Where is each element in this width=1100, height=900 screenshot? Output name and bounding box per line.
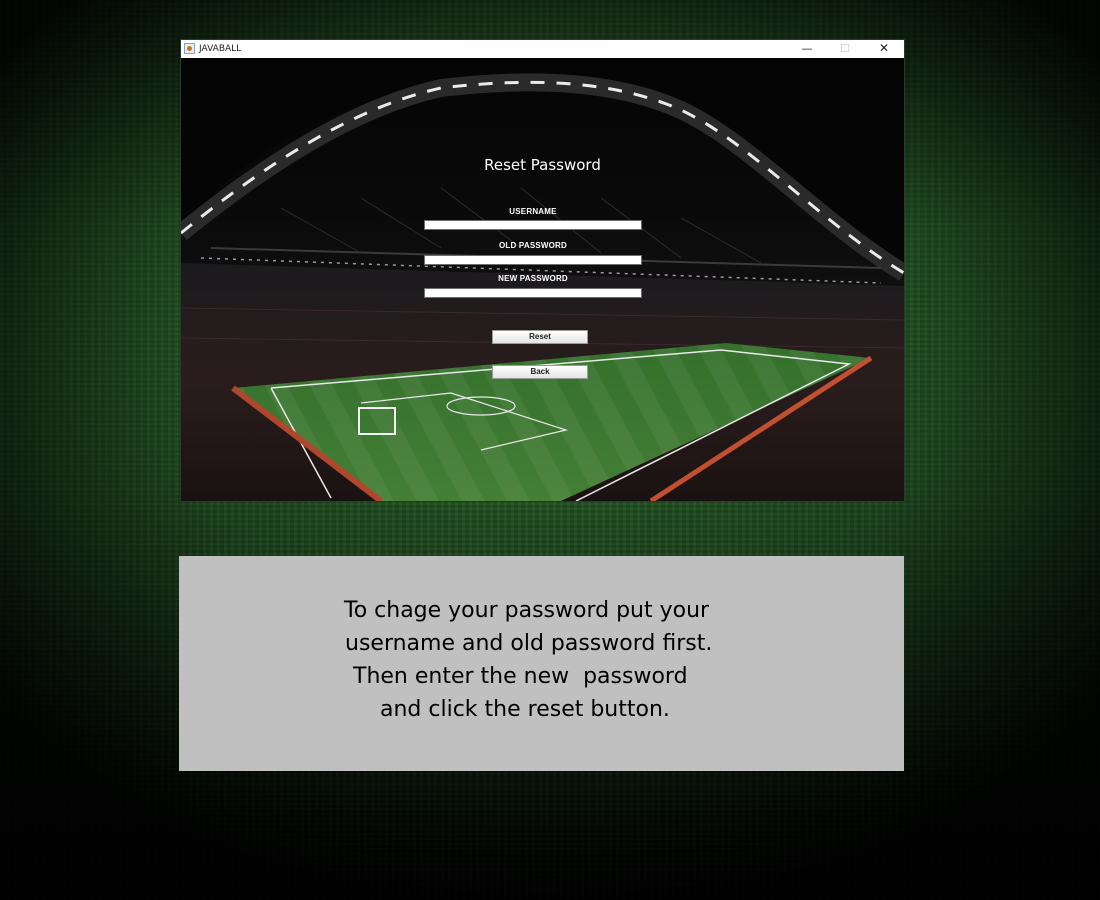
instruction-line: and click the reset button. (380, 697, 670, 722)
instruction-line: Then enter the new password (353, 664, 688, 689)
close-button[interactable]: ✕ (865, 40, 903, 58)
title-bar[interactable]: JAVABALL — ☐ ✕ (181, 40, 904, 58)
old-password-label: OLD PASSWORD (498, 241, 568, 250)
reset-button[interactable]: Reset (492, 330, 588, 344)
username-field[interactable] (424, 220, 642, 230)
window-title: JAVABALL (199, 44, 242, 54)
new-password-label: NEW PASSWORD (498, 274, 568, 283)
minimize-button[interactable]: — (788, 40, 826, 58)
new-password-field[interactable] (424, 288, 642, 298)
old-password-field[interactable] (424, 255, 642, 265)
instruction-line: To chage your password put your (344, 598, 710, 623)
stadium-background: Reset Password USERNAME OLD PASSWORD NEW… (181, 58, 904, 501)
java-app-icon (184, 43, 195, 54)
page-title: Reset Password (484, 156, 601, 174)
instruction-line: username and old password first. (345, 631, 713, 656)
username-label: USERNAME (509, 207, 557, 216)
maximize-button[interactable]: ☐ (826, 40, 864, 58)
instructions-panel: To chage your password put your username… (179, 556, 904, 771)
back-button[interactable]: Back (492, 365, 588, 379)
app-window: JAVABALL — ☐ ✕ Reset Password USERNAME O… (181, 40, 904, 501)
